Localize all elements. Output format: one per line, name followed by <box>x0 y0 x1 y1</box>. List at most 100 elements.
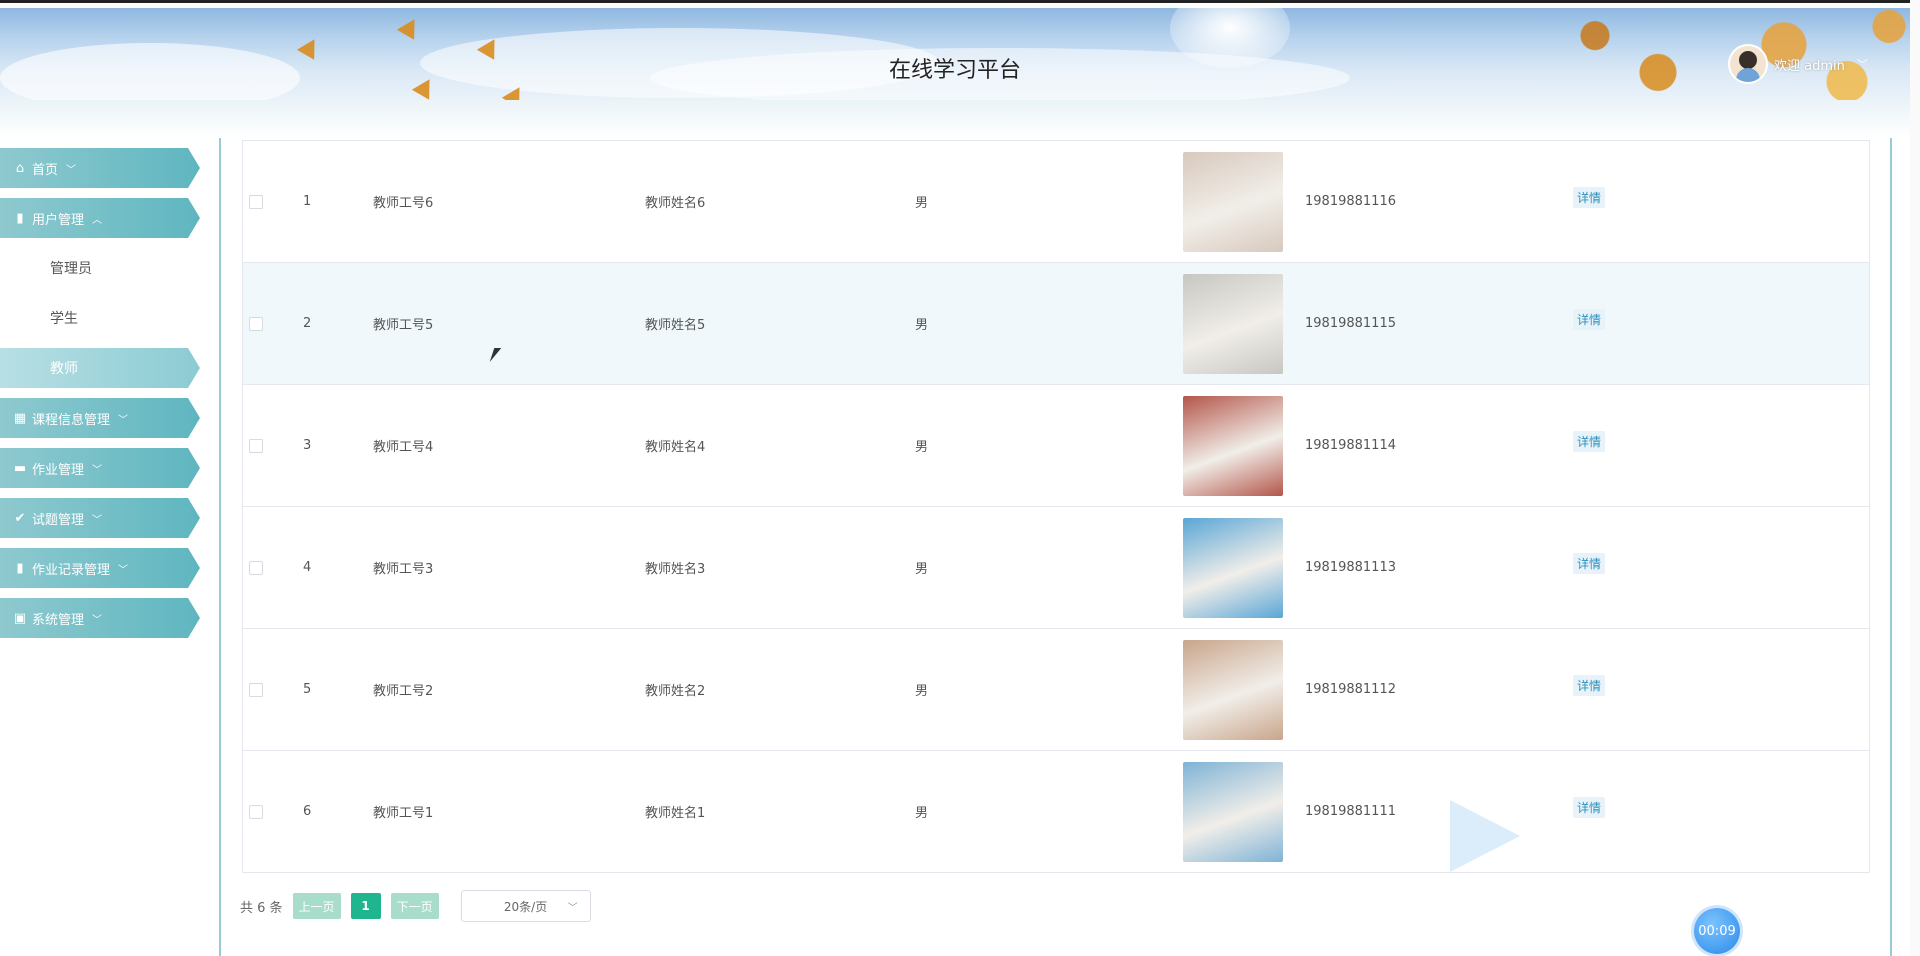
chevron-down-icon: ﹀ <box>567 902 578 914</box>
sidebar-item-label: 作业记录管理 <box>32 562 111 578</box>
chevron-down-icon: ﹀ <box>118 564 129 576</box>
photo-cell <box>1183 629 1283 750</box>
teacher-photo <box>1183 517 1283 618</box>
page-size-value: 20条/页 <box>503 899 548 914</box>
teacher-name-cell: 教师姓名6 <box>645 196 706 211</box>
sidebar-item-course-management[interactable]: ▦ 课程信息管理 ﹀ <box>0 398 200 438</box>
detail-button[interactable]: 详情 <box>1573 797 1606 818</box>
chevron-up-icon: ︿ <box>92 214 103 226</box>
page-size-select[interactable]: 20条/页 ﹀ <box>460 890 591 922</box>
checkbox-cell[interactable] <box>249 263 263 384</box>
play-icon <box>1450 800 1520 872</box>
avatar[interactable] <box>1728 44 1768 84</box>
action-cell: 详情 <box>1573 625 1606 746</box>
header-divider-band <box>0 100 1910 138</box>
teacher-id-cell: 教师工号6 <box>373 196 434 211</box>
detail-button[interactable]: 详情 <box>1573 553 1606 574</box>
checkbox-cell[interactable] <box>249 751 263 872</box>
index-cell: 6 <box>303 804 312 819</box>
teacher-id-cell: 教师工号4 <box>373 440 434 455</box>
sidebar-item-homework-management[interactable]: ▬ 作业管理 ﹀ <box>0 448 200 488</box>
next-page-button[interactable]: 下一页 <box>390 893 439 919</box>
table-row[interactable]: 3 教师工号4 教师姓名4 男 19819881114 详情 <box>243 385 1869 507</box>
checkbox-cell[interactable] <box>249 141 263 262</box>
teacher-name-cell: 教师姓名5 <box>645 318 706 333</box>
table-row[interactable]: 4 教师工号3 教师姓名3 男 19819881113 详情 <box>243 507 1869 629</box>
photo-cell <box>1183 751 1283 872</box>
chevron-down-icon: ﹀ <box>118 414 129 426</box>
row-checkbox[interactable] <box>249 438 263 453</box>
index-cell: 4 <box>303 560 312 575</box>
action-cell: 详情 <box>1573 137 1606 258</box>
phone-cell: 19819881116 <box>1305 194 1396 209</box>
sidebar-item-system-management[interactable]: ▣ 系统管理 ﹀ <box>0 598 200 638</box>
welcome-text[interactable]: 欢迎 admin <box>1774 55 1845 74</box>
sidebar-item-label: 作业管理 <box>32 462 85 478</box>
chevron-down-icon: ﹀ <box>66 164 77 176</box>
sidebar-item-question-management[interactable]: ✔ 试题管理 ﹀ <box>0 498 200 538</box>
table-icon: ▮ <box>16 560 24 576</box>
action-cell: 详情 <box>1573 503 1606 624</box>
table-row[interactable]: 5 教师工号2 教师姓名2 男 19819881112 详情 <box>243 629 1869 751</box>
sidebar-subitem-admin[interactable]: 管理员 <box>0 248 200 288</box>
table-row[interactable]: 6 教师工号1 教师姓名1 男 19819881111 详情 <box>243 751 1869 873</box>
phone-cell: 19819881115 <box>1305 316 1396 331</box>
recording-timer[interactable]: 00:09 <box>1694 908 1740 954</box>
user-menu[interactable]: 欢迎 admin ﹀ <box>1728 44 1868 84</box>
teacher-name-cell: 教师姓名3 <box>645 562 706 577</box>
checkbox-cell[interactable] <box>249 385 263 506</box>
home-icon: ⌂ <box>15 160 25 176</box>
photo-cell <box>1183 385 1283 506</box>
index-cell: 3 <box>303 438 312 453</box>
teacher-name-cell: 教师姓名1 <box>645 806 706 821</box>
sidebar-item-label: 课程信息管理 <box>32 412 111 428</box>
teacher-id-cell: 教师工号1 <box>373 806 434 821</box>
sidebar-subitem-student[interactable]: 学生 <box>0 298 200 338</box>
sidebar-item-label: 用户管理 <box>32 212 85 228</box>
settings-icon: ▣ <box>13 610 27 626</box>
teacher-name-cell: 教师姓名2 <box>645 684 706 699</box>
total-count: 共 6 条 <box>240 900 283 916</box>
row-checkbox[interactable] <box>249 682 263 697</box>
photo-cell <box>1183 507 1283 628</box>
checkbox-cell[interactable] <box>249 507 263 628</box>
sidebar-subitem-label: 教师 <box>50 361 78 377</box>
table-row[interactable]: 1 教师工号6 教师姓名6 男 19819881116 详情 <box>243 141 1869 263</box>
photo-cell <box>1183 263 1283 384</box>
leaf-icon <box>396 14 424 40</box>
phone-cell: 19819881114 <box>1305 438 1396 453</box>
index-cell: 1 <box>303 194 312 209</box>
teacher-photo <box>1183 273 1283 374</box>
chevron-down-icon: ﹀ <box>92 464 103 476</box>
sidebar-divider <box>219 138 221 956</box>
detail-button[interactable]: 详情 <box>1573 675 1606 696</box>
chevron-down-icon[interactable]: ﹀ <box>1857 56 1868 72</box>
sidebar-subitem-teacher[interactable]: 教师 <box>0 348 200 388</box>
row-checkbox[interactable] <box>249 804 263 819</box>
index-cell: 5 <box>303 682 312 697</box>
site-title: 在线学习平台 <box>888 58 1021 83</box>
page-number-button[interactable]: 1 <box>350 893 381 919</box>
sidebar-item-user-management[interactable]: ▮ 用户管理 ︿ <box>0 198 200 238</box>
table-row[interactable]: 2 教师工号5 教师姓名5 男 19819881115 详情 <box>243 263 1869 385</box>
sidebar-item-label: 试题管理 <box>32 512 85 528</box>
prev-page-button[interactable]: 上一页 <box>292 893 341 919</box>
row-checkbox[interactable] <box>249 560 263 575</box>
detail-button[interactable]: 详情 <box>1573 431 1606 452</box>
checkbox-cell[interactable] <box>249 629 263 750</box>
sidebar-item-home[interactable]: ⌂ 首页 ﹀ <box>0 148 200 188</box>
detail-button[interactable]: 详情 <box>1573 187 1606 208</box>
table-icon: ▮ <box>16 210 24 226</box>
scrollbar-track[interactable] <box>1910 0 1920 956</box>
detail-button[interactable]: 详情 <box>1573 309 1606 330</box>
sidebar-item-homework-record-management[interactable]: ▮ 作业记录管理 ﹀ <box>0 548 200 588</box>
teacher-photo <box>1183 639 1283 740</box>
gender-cell: 男 <box>915 562 929 577</box>
gender-cell: 男 <box>915 440 929 455</box>
teacher-photo <box>1183 151 1283 252</box>
row-checkbox[interactable] <box>249 316 263 331</box>
content-right-divider <box>1890 138 1892 956</box>
row-checkbox[interactable] <box>249 194 263 209</box>
teacher-table: 1 教师工号6 教师姓名6 男 19819881116 详情 2 教师工号5 教师姓名5 男 198… <box>242 140 1870 873</box>
pagination: 共 6 条 上一页 1 下一页 20条/页 ﹀ <box>240 890 591 922</box>
